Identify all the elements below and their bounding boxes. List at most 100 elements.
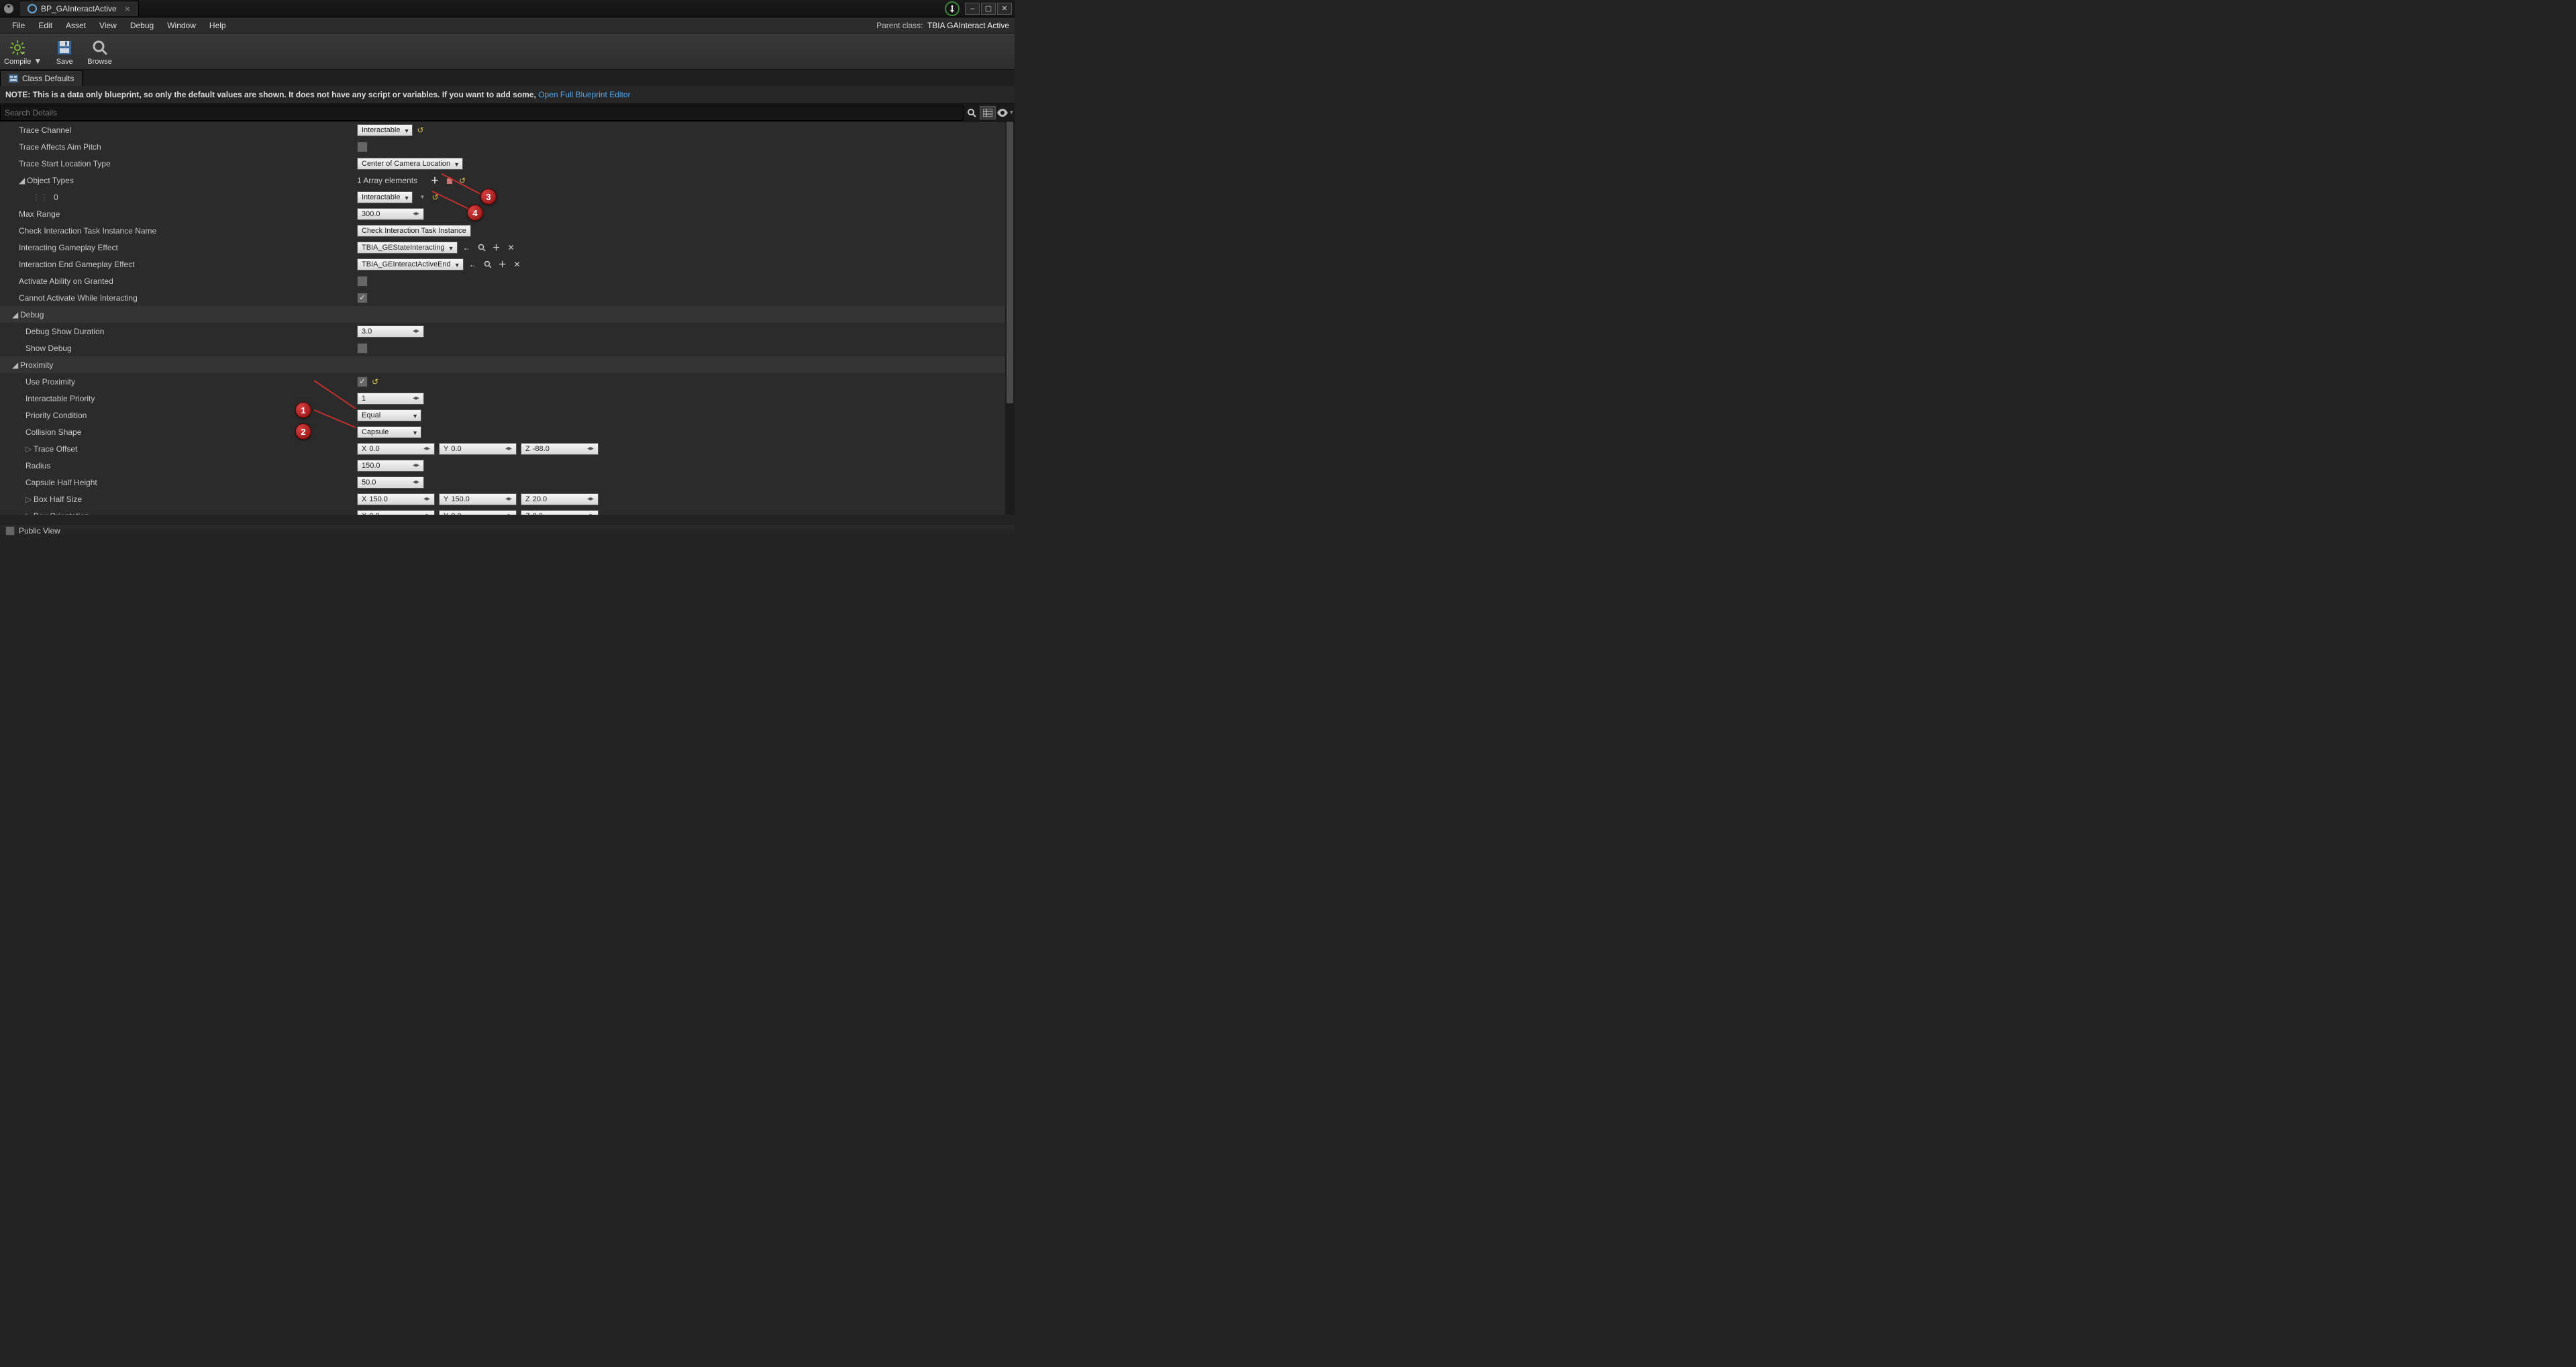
minimize-button[interactable]: – — [965, 3, 980, 15]
array-count-text: 1 Array elements — [357, 176, 417, 185]
parent-class-link[interactable]: TBIA GAInteract Active — [927, 21, 1009, 30]
property-matrix-button[interactable] — [980, 106, 996, 119]
expander-icon[interactable]: ▷ — [25, 444, 32, 454]
box-orientation-y-input[interactable]: Y0.0◂▸ — [439, 510, 517, 515]
max-range-input[interactable]: 300.0◂▸ — [357, 208, 424, 220]
use-selected-icon[interactable]: ← — [468, 259, 478, 270]
use-proximity-checkbox[interactable]: ✓ — [357, 376, 368, 387]
menu-window[interactable]: Window — [160, 19, 203, 32]
prop-capsule-half-height-label: Capsule Half Height — [0, 475, 356, 490]
priority-condition-dropdown[interactable]: Equal▼ — [357, 409, 421, 421]
add-new-icon[interactable]: ＋ — [497, 259, 508, 270]
object-type-0-dropdown[interactable]: Interactable▼ — [357, 191, 413, 203]
close-tab-icon[interactable]: × — [125, 3, 130, 14]
reset-icon[interactable]: ↺ — [431, 193, 438, 202]
box-half-size-x-input[interactable]: X150.0◂▸ — [357, 493, 435, 505]
expander-icon[interactable]: ▷ — [25, 495, 32, 504]
prop-debug-duration-label: Debug Show Duration — [0, 324, 356, 339]
callout-2: 2 — [295, 423, 311, 440]
details-panel: Trace Channel Interactable▼ ↺ Trace Affe… — [0, 121, 1015, 515]
menu-edit[interactable]: Edit — [32, 19, 59, 32]
reset-icon[interactable]: ↺ — [417, 125, 423, 135]
activate-on-granted-checkbox[interactable] — [357, 276, 368, 287]
trace-channel-dropdown[interactable]: Interactable▼ — [357, 124, 413, 136]
prop-box-half-size-label: ▷Box Half Size — [0, 492, 356, 507]
footer-bar: Public View — [0, 523, 1015, 538]
public-view-checkbox[interactable] — [5, 526, 15, 536]
data-only-note: NOTE: This is a data only blueprint, so … — [0, 86, 1015, 104]
menu-view[interactable]: View — [93, 19, 123, 32]
title-bar: BP_GAInteractActive × – ▢ ✕ — [0, 0, 1015, 17]
compile-button[interactable]: Compile — [4, 38, 31, 66]
box-half-size-y-input[interactable]: Y150.0◂▸ — [439, 493, 517, 505]
show-debug-checkbox[interactable] — [357, 343, 368, 354]
interacting-ge-dropdown[interactable]: TBIA_GEStateInteracting▼ — [357, 242, 458, 254]
search-icon[interactable] — [964, 105, 980, 120]
prop-trace-offset-label: ▷Trace Offset — [0, 442, 356, 456]
cannot-activate-checkbox[interactable]: ✓ — [357, 293, 368, 303]
debug-duration-input[interactable]: 3.0◂▸ — [357, 325, 424, 338]
category-proximity[interactable]: ◢Proximity — [0, 358, 356, 372]
callout-4: 4 — [467, 205, 483, 221]
close-window-button[interactable]: ✕ — [997, 3, 1012, 15]
expander-icon[interactable]: ◢ — [12, 360, 19, 370]
browse-asset-icon[interactable] — [476, 242, 487, 253]
expander-icon[interactable]: ◢ — [12, 310, 19, 319]
box-orientation-z-input[interactable]: Z0.0◂▸ — [521, 510, 599, 515]
array-clear-icon[interactable] — [444, 175, 455, 186]
trace-offset-y-input[interactable]: Y0.0◂▸ — [439, 443, 517, 455]
check-task-input[interactable]: Check Interaction Task Instance — [357, 225, 471, 237]
browse-button[interactable]: Browse — [87, 38, 112, 66]
callout-3: 3 — [480, 189, 497, 205]
prop-interaction-end-ge-label: Interaction End Gameplay Effect — [0, 257, 356, 272]
save-button[interactable]: Save — [54, 38, 75, 66]
visibility-filter-button[interactable]: ▼ — [996, 106, 1015, 119]
details-scrollbar[interactable] — [1005, 121, 1015, 515]
compile-dropdown-icon[interactable]: ▼ — [34, 56, 42, 66]
category-debug[interactable]: ◢Debug — [0, 307, 356, 322]
browse-asset-icon[interactable] — [482, 259, 493, 270]
scrollbar-thumb[interactable] — [1007, 121, 1013, 403]
interactable-priority-input[interactable]: 1◂▸ — [357, 393, 424, 405]
element-menu-icon[interactable]: ▼ — [417, 192, 427, 203]
menu-debug[interactable]: Debug — [123, 19, 160, 32]
array-add-icon[interactable]: ＋ — [429, 175, 440, 186]
menu-file[interactable]: File — [5, 19, 32, 32]
prop-object-types-label: ◢Object Types — [0, 173, 356, 188]
prop-trace-channel-label: Trace Channel — [0, 123, 356, 138]
class-defaults-icon — [9, 74, 18, 83]
menu-help[interactable]: Help — [203, 19, 233, 32]
prop-trace-start-loc-label: Trace Start Location Type — [0, 156, 356, 171]
open-full-editor-link[interactable]: Open Full Blueprint Editor — [538, 90, 630, 99]
box-orientation-x-input[interactable]: X0.0◂▸ — [357, 510, 435, 515]
clear-asset-icon[interactable]: ✕ — [512, 259, 523, 270]
collision-shape-dropdown[interactable]: Capsule▼ — [357, 426, 421, 438]
source-control-icon[interactable] — [945, 1, 960, 16]
trace-start-loc-dropdown[interactable]: Center of Camera Location▼ — [357, 158, 463, 170]
clear-asset-icon[interactable]: ✕ — [506, 242, 517, 253]
class-defaults-tab[interactable]: Class Defaults — [0, 70, 83, 86]
prop-check-task-label: Check Interaction Task Instance Name — [0, 223, 356, 238]
box-half-size-z-input[interactable]: Z20.0◂▸ — [521, 493, 599, 505]
use-selected-icon[interactable]: ← — [462, 242, 472, 253]
prop-use-proximity-label: Use Proximity — [0, 374, 356, 389]
expander-icon[interactable]: ◢ — [19, 176, 25, 185]
maximize-button[interactable]: ▢ — [981, 3, 996, 15]
trace-aim-pitch-checkbox[interactable] — [357, 142, 368, 152]
menu-asset[interactable]: Asset — [59, 19, 93, 32]
prop-max-range-label: Max Range — [0, 207, 356, 221]
radius-input[interactable]: 150.0◂▸ — [357, 460, 424, 472]
expander-icon[interactable]: ▷ — [25, 511, 32, 515]
reset-icon[interactable]: ↺ — [372, 377, 378, 387]
document-title: BP_GAInteractActive — [41, 4, 117, 13]
search-input[interactable] — [0, 105, 964, 121]
reset-icon[interactable]: ↺ — [459, 176, 466, 185]
document-tab[interactable]: BP_GAInteractActive × — [19, 1, 139, 16]
blueprint-icon — [28, 4, 37, 13]
trace-offset-x-input[interactable]: X0.0◂▸ — [357, 443, 435, 455]
add-new-icon[interactable]: ＋ — [491, 242, 502, 253]
trace-offset-z-input[interactable]: Z-88.0◂▸ — [521, 443, 599, 455]
prop-activate-on-granted-label: Activate Ability on Granted — [0, 274, 356, 289]
interaction-end-ge-dropdown[interactable]: TBIA_GEInteractActiveEnd▼ — [357, 258, 464, 270]
capsule-half-height-input[interactable]: 50.0◂▸ — [357, 476, 424, 489]
